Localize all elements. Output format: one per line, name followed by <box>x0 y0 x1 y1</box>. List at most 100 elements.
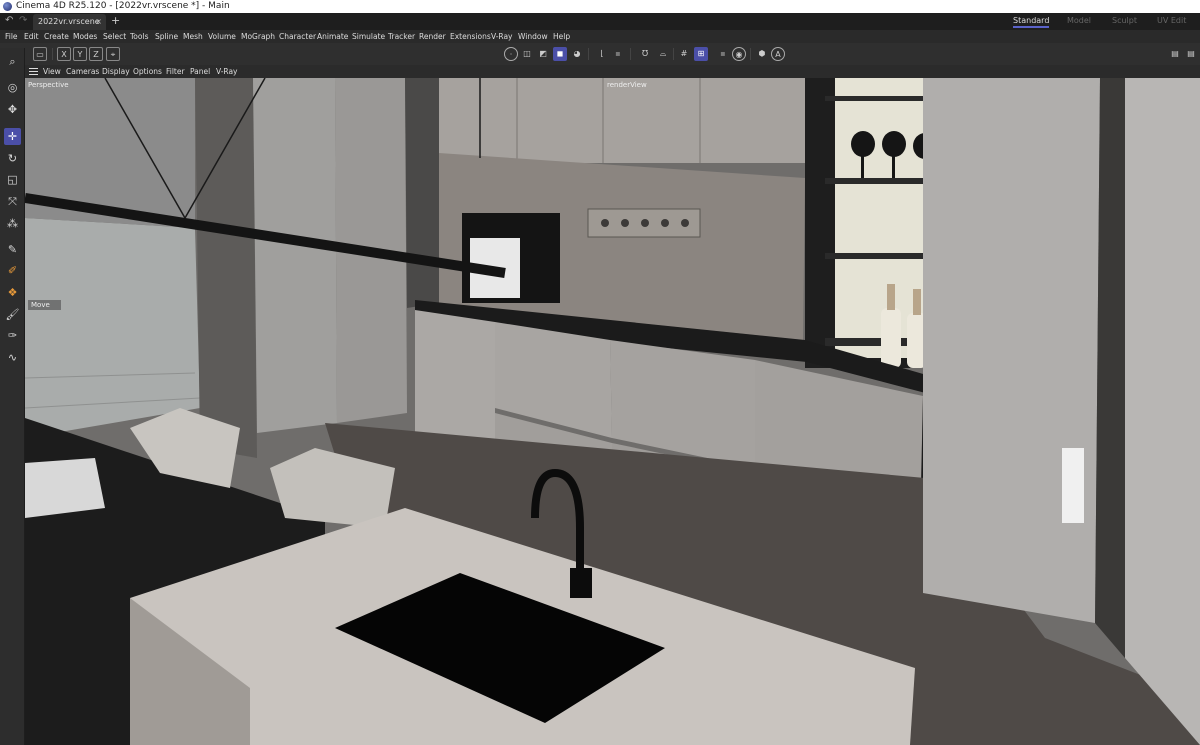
object-mode-icon[interactable]: ◼ <box>553 47 567 61</box>
menu-character[interactable]: Character <box>279 30 316 43</box>
toolbar-separator <box>52 48 53 60</box>
redo-icon[interactable]: ↷ <box>19 15 27 26</box>
toolbar-separator <box>750 48 751 60</box>
tall-cabinet-left <box>253 78 337 433</box>
object-tools-icon[interactable]: ❖ <box>4 284 21 301</box>
layout-tab-standard[interactable]: Standard <box>1013 16 1050 28</box>
sculpt-brush-icon[interactable]: ✑ <box>4 327 21 344</box>
magazine <box>25 458 105 518</box>
menu-select[interactable]: Select <box>103 30 126 43</box>
layout-tab-model[interactable]: Model <box>1067 16 1091 25</box>
workplane-icon[interactable]: ⌓ <box>656 47 670 61</box>
live-selection-icon[interactable]: ◎ <box>4 79 21 96</box>
search-icon[interactable]: ⌕ <box>4 53 21 70</box>
spline-tools-icon[interactable]: ✐ <box>4 262 21 279</box>
main-toolbar: ▭ X Y Z ⌖ · ◫ ◩ ◼ ◕ ⌊ ▪ Ʊ ⌓ # ⊞ ▪ ◉ ⬢ A … <box>0 43 1200 65</box>
rotate-tool-icon[interactable]: ↻ <box>4 150 21 167</box>
snap-magnet-icon[interactable]: Ʊ <box>638 47 652 61</box>
viewport-menu-options[interactable]: Options <box>133 65 162 78</box>
render-settings-icon[interactable]: A <box>771 47 785 61</box>
axis-y-button[interactable]: Y <box>73 47 87 61</box>
viewport-solo-icon[interactable]: ◉ <box>732 47 746 61</box>
menu-mesh[interactable]: Mesh <box>183 30 203 43</box>
menu-tracker[interactable]: Tracker <box>388 30 415 43</box>
viewport-menu-panel[interactable]: Panel <box>190 65 210 78</box>
viewport-panel-menu-icon[interactable] <box>29 68 38 75</box>
toolbar-separator <box>588 48 589 60</box>
render-view-icon[interactable]: ⬢ <box>755 47 769 61</box>
window-title: Cinema 4D R25.120 - [2022vr.vrscene *] -… <box>16 1 230 11</box>
axis-mode-icon[interactable]: ⌊ <box>595 47 609 61</box>
toolbar-separator <box>673 48 674 60</box>
tall-cabinet-right-side <box>923 78 1100 623</box>
layout-tab-sculpt[interactable]: Sculpt <box>1112 16 1137 25</box>
document-tab[interactable]: 2022vr.vrscene * × <box>33 14 106 41</box>
perspective-viewport[interactable]: Perspective renderView Move <box>25 78 1200 745</box>
side-shelving <box>1095 78 1125 658</box>
toolbar-separator <box>630 48 631 60</box>
viewport-menu-cameras[interactable]: Cameras <box>66 65 99 78</box>
menu-mograph[interactable]: MoGraph <box>241 30 275 43</box>
placement-tool-icon[interactable]: ⁂ <box>4 215 21 232</box>
layout-tab-uv-edit[interactable]: UV Edit <box>1157 16 1186 25</box>
edges-mode-icon[interactable]: ◫ <box>520 47 534 61</box>
cabinet-gap <box>405 78 439 308</box>
axis-z-button[interactable]: Z <box>89 47 103 61</box>
right-wall-panel <box>1125 78 1200 745</box>
model-mode-icon[interactable]: ▭ <box>33 47 47 61</box>
scene-render <box>25 78 1200 745</box>
spline-pen-icon[interactable]: ✎ <box>4 241 21 258</box>
grid-icon[interactable]: # <box>677 47 691 61</box>
coordinate-system-icon[interactable]: ⌖ <box>106 47 120 61</box>
menu-render[interactable]: Render <box>419 30 446 43</box>
viewport-menu-bar: View Cameras Display Options Filter Pane… <box>25 65 1200 78</box>
undo-icon[interactable]: ↶ <box>5 15 13 26</box>
menu-help[interactable]: Help <box>553 30 570 43</box>
viewport-menu-view[interactable]: View <box>43 65 61 78</box>
close-tab-icon[interactable]: × <box>95 14 102 29</box>
render-region-icon[interactable]: ▤ <box>1184 47 1198 61</box>
scale-tool-icon[interactable]: ◱ <box>4 171 21 188</box>
axis-x-button[interactable]: X <box>57 47 71 61</box>
add-tab-icon[interactable]: + <box>111 14 120 27</box>
polygons-mode-icon[interactable]: ◩ <box>536 47 550 61</box>
move-tool-icon[interactable]: ✛ <box>4 128 21 145</box>
wall-pillar <box>195 78 257 458</box>
books <box>1062 448 1084 523</box>
menu-vray[interactable]: V-Ray <box>491 30 512 43</box>
left-tool-palette: ⌕ ◎ ✥ ✛ ↻ ◱ ⤧ ⁂ ✎ ✐ ❖ 🖌 ✑ ∿ <box>0 48 25 745</box>
menu-extensions[interactable]: Extensions <box>450 30 491 43</box>
menu-simulate[interactable]: Simulate <box>352 30 385 43</box>
menu-window[interactable]: Window <box>518 30 548 43</box>
viewport-menu-display[interactable]: Display <box>102 65 130 78</box>
viewport-menu-vray[interactable]: V-Ray <box>216 65 237 78</box>
upper-cabinets <box>439 78 805 163</box>
title-bar: Cinema 4D R25.120 - [2022vr.vrscene *] -… <box>0 0 1200 13</box>
render-to-picture-viewer-icon[interactable]: ▤ <box>1168 47 1182 61</box>
menu-volume[interactable]: Volume <box>208 30 236 43</box>
main-menu-bar: File Edit Create Modes Select Tools Spli… <box>0 30 1200 43</box>
spline-sketch-icon[interactable]: ∿ <box>4 349 21 366</box>
menu-file[interactable]: File <box>5 30 18 43</box>
menu-spline[interactable]: Spline <box>155 30 178 43</box>
window-glass <box>25 218 200 438</box>
locked-workplane-icon[interactable]: ▪ <box>716 47 730 61</box>
menu-edit[interactable]: Edit <box>24 30 39 43</box>
snap-settings-icon[interactable]: ▪ <box>611 47 625 61</box>
menu-modes[interactable]: Modes <box>73 30 97 43</box>
viewport-menu-filter[interactable]: Filter <box>166 65 185 78</box>
texture-mode-icon[interactable]: ◕ <box>570 47 584 61</box>
viewport-camera-label: Perspective <box>28 81 69 89</box>
selection-tools-icon[interactable]: ✥ <box>4 101 21 118</box>
menu-create[interactable]: Create <box>44 30 69 43</box>
transform-tool-icon[interactable]: ⤧ <box>4 193 21 210</box>
active-tool-label: Move <box>28 300 61 310</box>
render-view-label: renderView <box>607 81 647 89</box>
document-tab-bar: ↶ ↷ 2022vr.vrscene * × + Standard Model … <box>0 13 1200 41</box>
cinema4d-logo-icon <box>3 2 12 11</box>
points-mode-icon[interactable]: · <box>504 47 518 61</box>
quantize-grid-icon[interactable]: ⊞ <box>694 47 708 61</box>
paint-brush-icon[interactable]: 🖌 <box>4 306 21 323</box>
menu-tools[interactable]: Tools <box>130 30 148 43</box>
menu-animate[interactable]: Animate <box>317 30 348 43</box>
